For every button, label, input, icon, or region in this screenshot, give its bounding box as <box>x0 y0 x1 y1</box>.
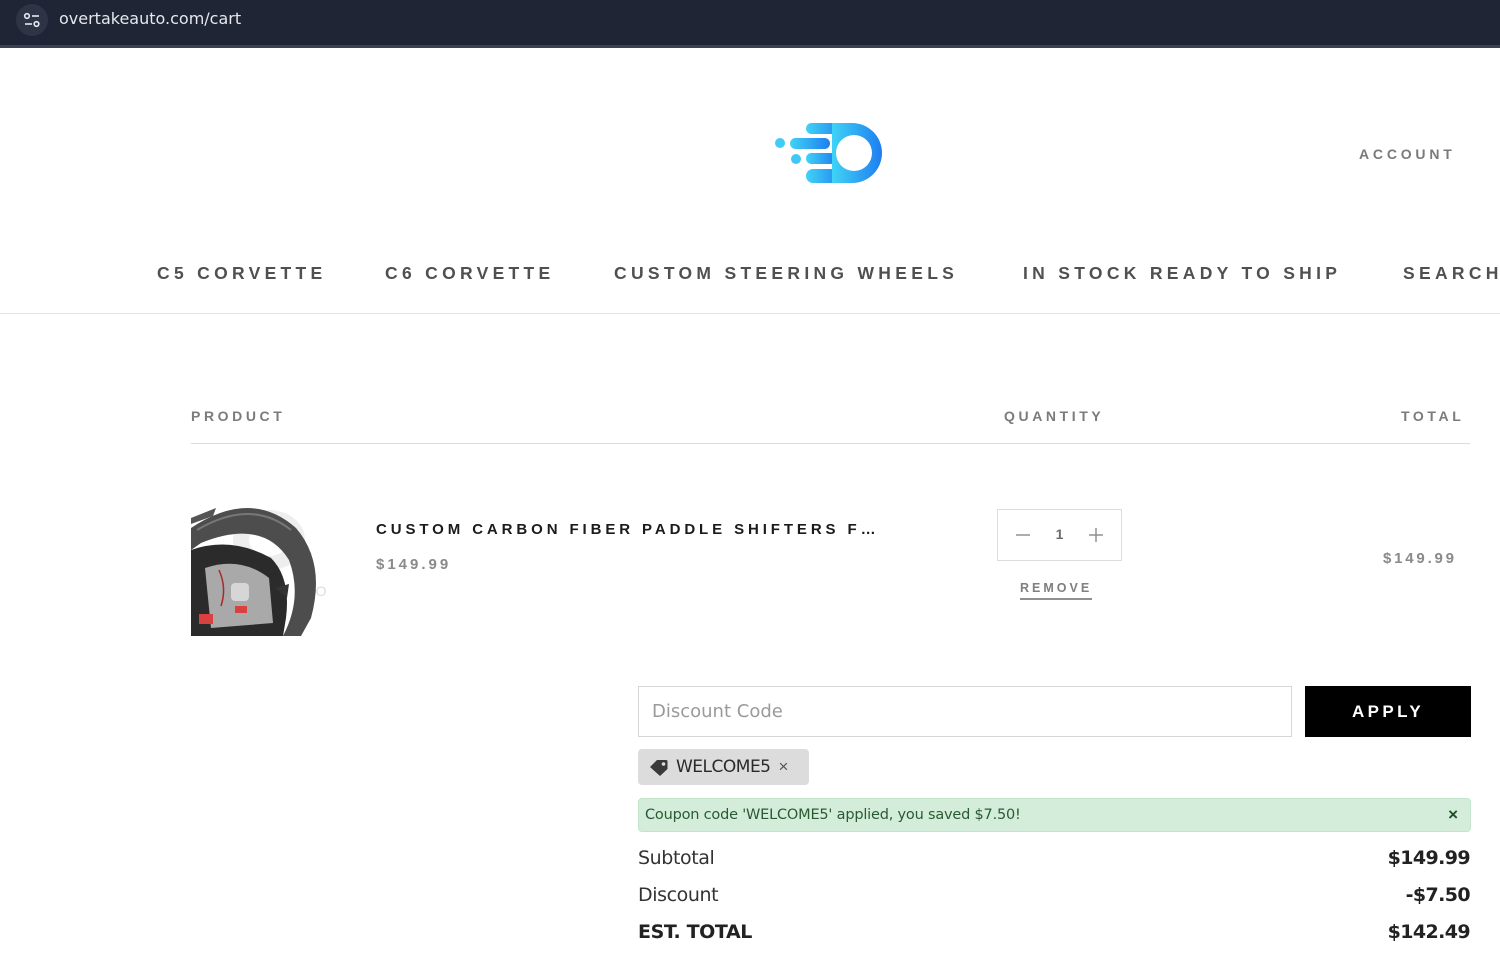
table-divider <box>191 443 1470 444</box>
column-header-product: PRODUCT <box>191 408 286 424</box>
product-unit-price: $149.99 <box>376 556 452 573</box>
alert-close-button[interactable]: × <box>1448 805 1458 825</box>
line-total: $149.99 <box>1383 550 1457 567</box>
tune-icon <box>23 12 40 28</box>
increase-quantity-button[interactable] <box>1083 522 1109 548</box>
remove-item-link[interactable]: REMOVE <box>1020 581 1093 600</box>
est-total-value: $142.49 <box>1387 921 1471 943</box>
applied-coupon-tag: WELCOME5 × <box>638 749 809 785</box>
subtotal-label: Subtotal <box>638 847 715 869</box>
steering-wheel-image: KE TO <box>191 488 351 636</box>
product-thumbnail[interactable]: KE TO <box>191 488 351 636</box>
overtake-logo-icon <box>775 123 882 183</box>
discount-value: -$7.50 <box>1405 884 1471 906</box>
column-header-quantity: QUANTITY <box>1004 408 1105 424</box>
est-total-label: EST. TOTAL <box>638 921 752 943</box>
remove-coupon-button[interactable]: × <box>779 757 789 777</box>
tag-icon <box>650 759 668 776</box>
nav-item-custom-steering-wheels[interactable]: CUSTOM STEERING WHEELS <box>614 263 958 284</box>
discount-label: Discount <box>638 884 719 906</box>
column-header-total: TOTAL <box>1401 408 1465 424</box>
plus-icon <box>1089 528 1103 542</box>
apply-discount-button[interactable]: APPLY <box>1305 686 1471 737</box>
nav-item-c6-corvette[interactable]: C6 CORVETTE <box>385 263 555 284</box>
header-divider <box>0 313 1500 314</box>
coupon-success-alert: Coupon code 'WELCOME5' applied, you save… <box>638 798 1471 832</box>
alert-message: Coupon code 'WELCOME5' applied, you save… <box>645 807 1021 823</box>
main-nav: C5 CORVETTE C6 CORVETTE CUSTOM STEERING … <box>0 263 1500 287</box>
site-logo[interactable] <box>772 120 890 186</box>
quantity-stepper: 1 <box>997 509 1122 561</box>
product-title[interactable]: CUSTOM CARBON FIBER PADDLE SHIFTERS F… <box>376 521 879 538</box>
url-text[interactable]: overtakeauto.com/cart <box>59 9 241 28</box>
nav-item-search[interactable]: SEARCH <box>1403 263 1500 284</box>
nav-item-c5-corvette[interactable]: C5 CORVETTE <box>157 263 327 284</box>
discount-code-input[interactable] <box>638 686 1292 737</box>
site-info-button[interactable] <box>16 4 48 36</box>
browser-address-bar: overtakeauto.com/cart <box>0 0 1500 48</box>
subtotal-value: $149.99 <box>1387 847 1471 869</box>
account-link[interactable]: ACCOUNT <box>1359 146 1456 162</box>
nav-item-in-stock-ready-to-ship[interactable]: IN STOCK READY TO SHIP <box>1023 263 1341 284</box>
applied-coupon-code: WELCOME5 <box>676 757 771 777</box>
